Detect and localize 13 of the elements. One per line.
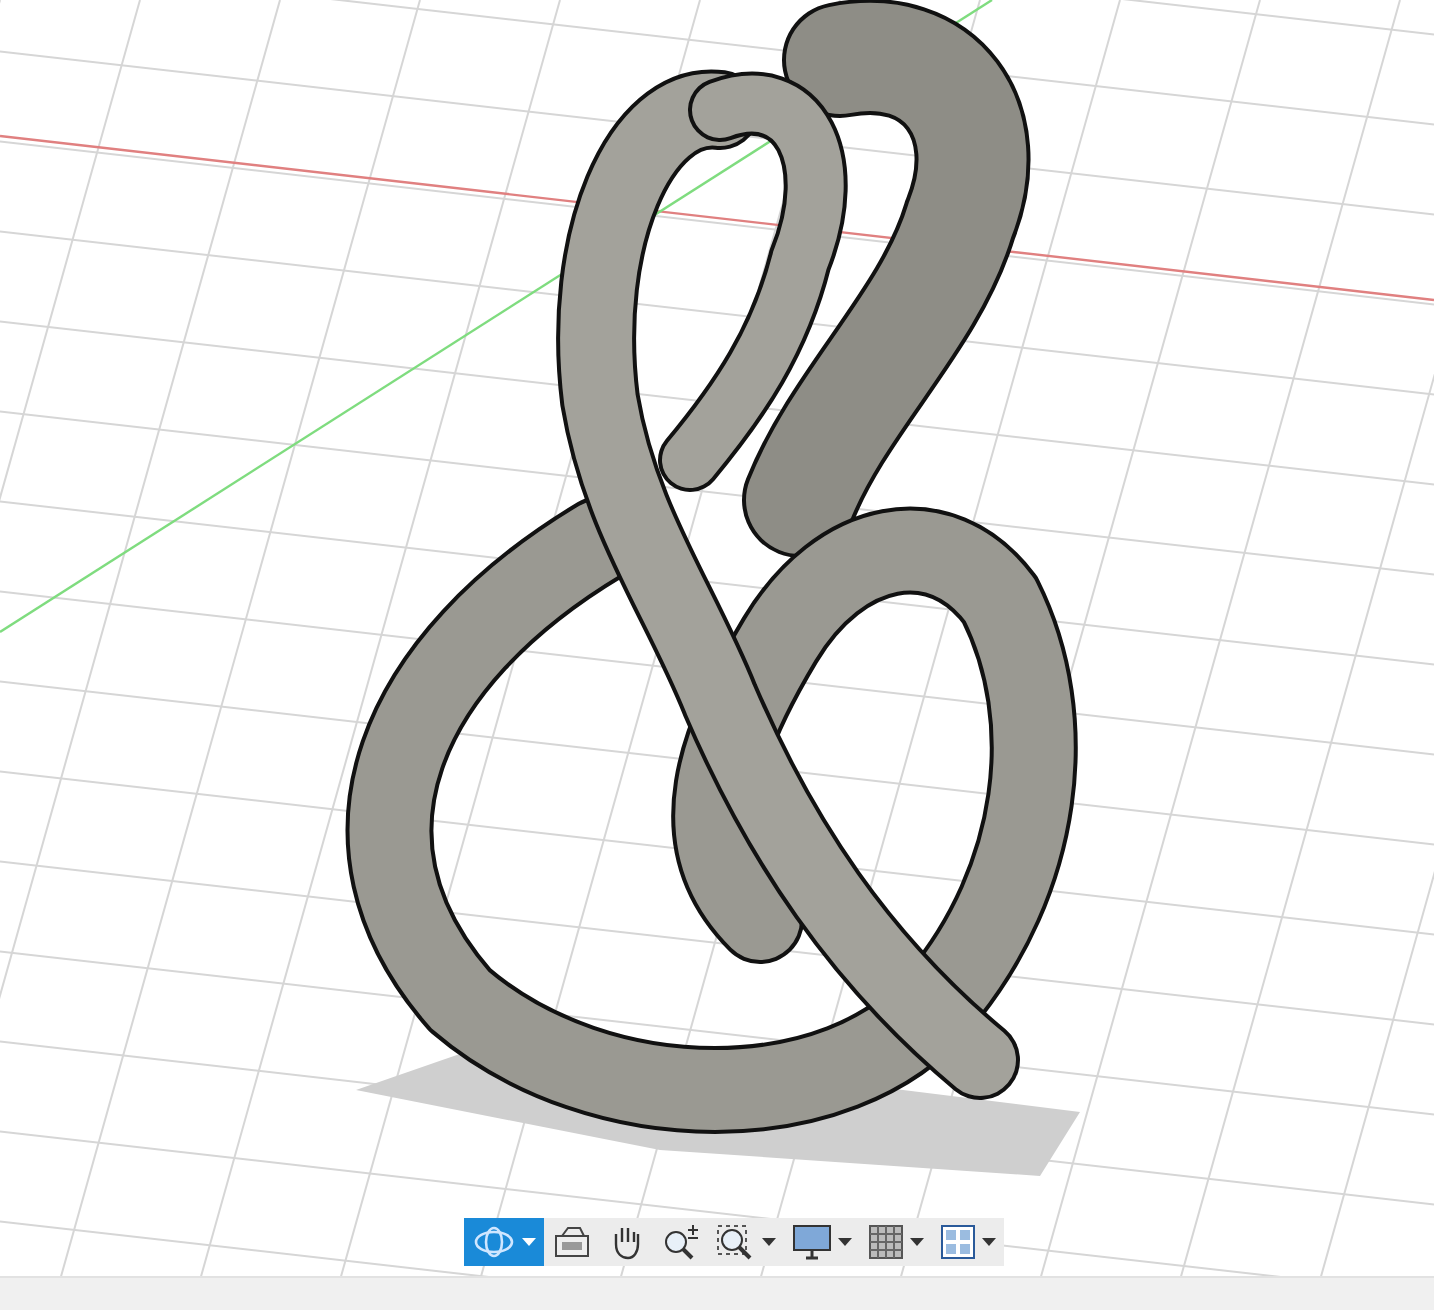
caret-icon — [838, 1238, 852, 1246]
caret-icon — [982, 1238, 996, 1246]
four-pane-icon — [940, 1224, 976, 1260]
viewport-canvas[interactable] — [0, 0, 1434, 1276]
caret-icon — [522, 1238, 536, 1246]
orbit-icon — [472, 1224, 516, 1260]
zoom-icon — [660, 1224, 700, 1260]
caret-icon — [910, 1238, 924, 1246]
camera-icon — [552, 1224, 592, 1260]
zoom-window-icon — [716, 1224, 756, 1260]
caret-icon — [762, 1238, 776, 1246]
grid-icon — [868, 1224, 904, 1260]
monitor-icon — [792, 1224, 832, 1260]
